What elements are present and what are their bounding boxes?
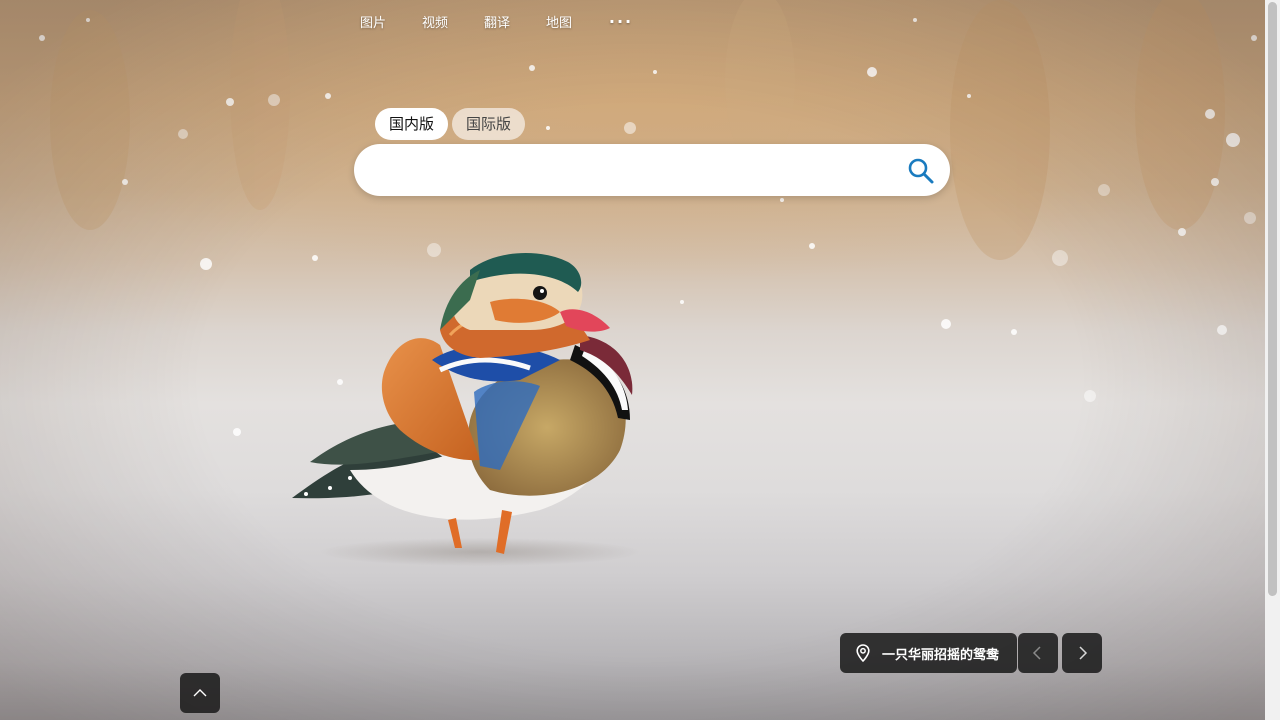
scrollbar-thumb[interactable] [1268,2,1277,596]
homepage: 图片 视频 翻译 地图 ··· 国内版 国际版 一只华丽招摇的鸳鸯 [0,0,1280,720]
scrollbar[interactable] [1265,0,1280,720]
nav-item-images[interactable]: 图片 [342,14,404,34]
version-tabs: 国内版 国际版 [375,108,526,140]
search-box [354,144,950,196]
search-icon [908,158,934,184]
scroll-up-button[interactable] [180,673,220,713]
next-image-button[interactable] [1062,633,1102,673]
image-caption[interactable]: 一只华丽招摇的鸳鸯 [840,633,1018,673]
chevron-up-icon [193,689,207,697]
nav-item-translate[interactable]: 翻译 [466,14,528,34]
search-input[interactable] [376,154,890,188]
search-button[interactable] [906,156,936,186]
caption-text: 一只华丽招摇的鸳鸯 [882,647,1000,663]
background-photo [39,0,1257,566]
mandarin-duck [292,252,633,554]
prev-image-button[interactable] [1018,633,1058,673]
tab-domestic[interactable]: 国内版 [375,108,449,140]
tab-international[interactable]: 国际版 [452,108,526,140]
top-nav: 图片 视频 翻译 地图 ··· [342,14,652,34]
chevron-right-icon [1079,646,1088,660]
nav-item-maps[interactable]: 地图 [528,14,590,34]
location-pin-icon [856,644,870,662]
chevron-left-icon [1032,646,1041,660]
nav-item-videos[interactable]: 视频 [404,14,466,34]
nav-more-button[interactable]: ··· [590,14,652,34]
